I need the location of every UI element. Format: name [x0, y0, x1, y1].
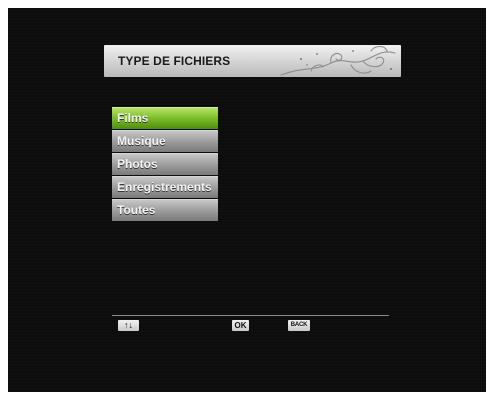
menu-item-films[interactable]: Films [112, 107, 218, 129]
ok-key-button[interactable]: OK [232, 320, 249, 331]
menu-item-photos[interactable]: Photos [112, 153, 218, 175]
swirl-ornament-icon [280, 45, 396, 76]
back-key-button[interactable]: BACK [288, 320, 310, 331]
menu-item-toutes[interactable]: Toutes [112, 199, 218, 221]
tv-screen: TYPE DE FICHIERS Films Musique Photos En [8, 8, 486, 392]
page-title: TYPE DE FICHIERS [118, 54, 231, 68]
title-bar: TYPE DE FICHIERS [104, 45, 401, 77]
file-type-menu: Films Musique Photos Enregistrements Tou… [112, 107, 218, 222]
footer-divider [112, 315, 389, 316]
menu-item-musique[interactable]: Musique [112, 130, 218, 152]
menu-item-enregistrements[interactable]: Enregistrements [112, 176, 218, 198]
up-down-arrows-icon[interactable]: ↑↓ [118, 320, 139, 331]
